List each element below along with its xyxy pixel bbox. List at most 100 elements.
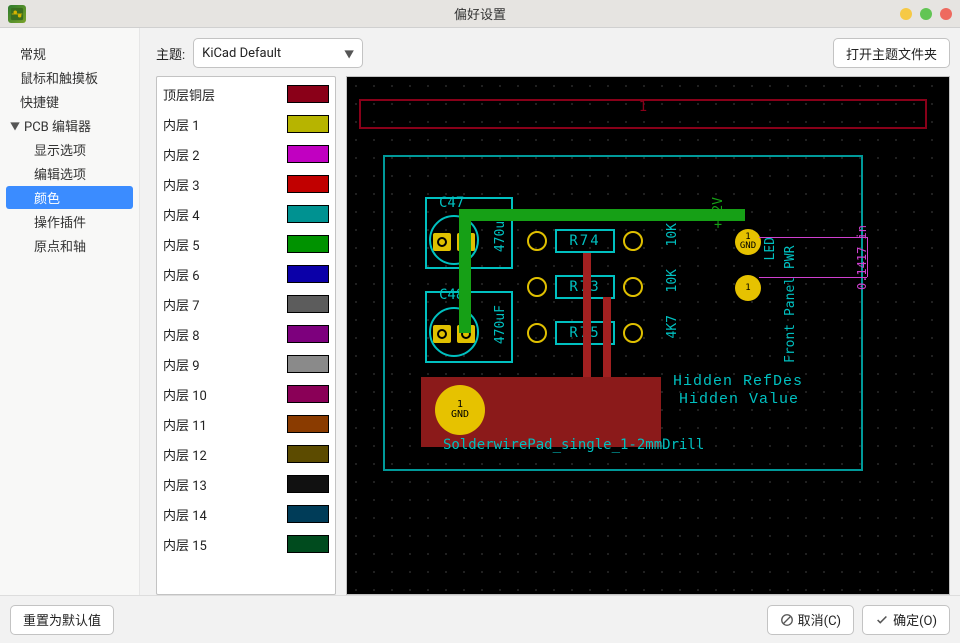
tree-item-general[interactable]: 常规 [6, 42, 133, 65]
layer-name: 内层 8 [163, 325, 200, 344]
color-swatch[interactable] [287, 235, 329, 253]
layer-row[interactable]: 内层 6 [159, 259, 333, 289]
category-tree: 常规 鼠标和触摸板 快捷键 ▼PCB 编辑器 显示选项 编辑选项 颜色 操作插件… [0, 28, 140, 595]
titlebar: 偏好设置 [0, 0, 960, 28]
layer-row[interactable]: 内层 11 [159, 409, 333, 439]
net-12v: +12V [711, 197, 726, 228]
layer-name: 内层 9 [163, 355, 200, 374]
color-swatch[interactable] [287, 415, 329, 433]
layer-row[interactable]: 顶层铜层 [159, 79, 333, 109]
color-swatch[interactable] [287, 145, 329, 163]
tree-item-pcb-editor[interactable]: ▼PCB 编辑器 [6, 114, 133, 137]
tree-item-hotkeys[interactable]: 快捷键 [6, 90, 133, 113]
tree-item-display-options[interactable]: 显示选项 [6, 138, 133, 161]
pad-12v-1: 1GND [735, 229, 761, 255]
layer-name: 内层 5 [163, 235, 200, 254]
reset-defaults-button[interactable]: 重置为默认值 [10, 605, 114, 635]
layer-name: 内层 14 [163, 505, 207, 524]
led-label: LED [763, 237, 778, 260]
layer-row[interactable]: 内层 12 [159, 439, 333, 469]
gnd-pad: 1GND [435, 385, 485, 435]
pcb-preview: 1 C47 470uF C48 470uF R74 R73 R75 10K [346, 76, 950, 595]
color-swatch[interactable] [287, 265, 329, 283]
check-icon [875, 613, 889, 627]
layer-name: 内层 15 [163, 535, 207, 554]
pad-12v-2: 1 [735, 275, 761, 301]
dialog-button-bar: 重置为默认值 取消(C) 确定(O) [0, 595, 960, 643]
window-minimize-button[interactable] [900, 8, 912, 20]
layer-name: 内层 1 [163, 115, 200, 134]
theme-select-value: KiCad Default [202, 46, 281, 61]
layer-name: 内层 10 [163, 385, 207, 404]
cancel-button[interactable]: 取消(C) [767, 605, 854, 635]
theme-select[interactable]: KiCad Default ▼ [193, 38, 363, 68]
layer-row[interactable]: 内层 10 [159, 379, 333, 409]
trace-green [459, 209, 471, 333]
layer-row[interactable]: 内层 3 [159, 169, 333, 199]
tree-item-colors[interactable]: 颜色 [6, 186, 133, 209]
tree-item-edit-options[interactable]: 编辑选项 [6, 162, 133, 185]
tree-item-origins-axes[interactable]: 原点和轴 [6, 234, 133, 257]
r75-value: 4K7 [665, 315, 680, 338]
ruler-band: 1 [359, 99, 927, 129]
layer-name: 顶层铜层 [163, 85, 215, 104]
front-panel-pwr-label: Front Panel PWR [783, 187, 798, 363]
color-swatch[interactable] [287, 85, 329, 103]
layer-name: 内层 4 [163, 205, 200, 224]
dimension-line [759, 277, 867, 278]
color-swatch[interactable] [287, 535, 329, 553]
layer-color-list[interactable]: 顶层铜层内层 1 内层 2 内层 3 内层 4 内层 5 内层 6 内层 7 内层 8 内层 9… [156, 76, 336, 595]
color-swatch[interactable] [287, 505, 329, 523]
chevron-down-icon: ▼ [344, 46, 354, 61]
window-maximize-button[interactable] [920, 8, 932, 20]
tree-item-mouse[interactable]: 鼠标和触摸板 [6, 66, 133, 89]
theme-label: 主题: [156, 44, 185, 63]
trace-red [583, 253, 591, 393]
layer-name: 内层 12 [163, 445, 207, 464]
ok-button[interactable]: 确定(O) [862, 605, 950, 635]
color-swatch[interactable] [287, 205, 329, 223]
color-swatch[interactable] [287, 295, 329, 313]
r74-value: 10K [665, 223, 680, 246]
dimension-line [759, 237, 867, 238]
open-theme-folder-button[interactable]: 打开主题文件夹 [833, 38, 950, 68]
c47-body [429, 215, 479, 265]
layer-name: 内层 11 [163, 415, 207, 434]
layer-name: 内层 6 [163, 265, 200, 284]
footprint-name: SolderwirePad_single_1-2mmDrill [443, 437, 704, 453]
r73-value: 10K [665, 269, 680, 292]
layer-row[interactable]: 内层 5 [159, 229, 333, 259]
tree-item-action-plugins[interactable]: 操作插件 [6, 210, 133, 233]
layer-row[interactable]: 内层 13 [159, 469, 333, 499]
color-swatch[interactable] [287, 385, 329, 403]
layer-name: 内层 7 [163, 295, 200, 314]
hidden-refdes-text: Hidden RefDes [673, 373, 803, 390]
color-swatch[interactable] [287, 475, 329, 493]
color-swatch[interactable] [287, 355, 329, 373]
c48-value: 470uF [493, 305, 508, 344]
window-close-button[interactable] [940, 8, 952, 20]
app-icon [8, 5, 26, 23]
color-swatch[interactable] [287, 175, 329, 193]
dimension-value: 0.1417 in [855, 225, 869, 290]
content-panel: 主题: KiCad Default ▼ 打开主题文件夹 顶层铜层内层 1 内层 2… [140, 28, 960, 595]
layer-row[interactable]: 内层 2 [159, 139, 333, 169]
c48-body [429, 307, 479, 357]
color-swatch[interactable] [287, 445, 329, 463]
hidden-value-text: Hidden Value [679, 391, 799, 408]
layer-row[interactable]: 内层 7 [159, 289, 333, 319]
trace-green [459, 209, 745, 221]
layer-row[interactable]: 内层 8 [159, 319, 333, 349]
layer-row[interactable]: 内层 9 [159, 349, 333, 379]
layer-row[interactable]: 内层 1 [159, 109, 333, 139]
layer-row[interactable]: 内层 14 [159, 499, 333, 529]
layer-row[interactable]: 内层 15 [159, 529, 333, 559]
layer-row[interactable]: 内层 4 [159, 199, 333, 229]
color-swatch[interactable] [287, 115, 329, 133]
layer-name: 内层 3 [163, 175, 200, 194]
window-title: 偏好设置 [0, 4, 960, 23]
color-swatch[interactable] [287, 325, 329, 343]
cancel-icon [780, 613, 794, 627]
layer-name: 内层 13 [163, 475, 207, 494]
chevron-down-icon: ▼ [10, 118, 24, 133]
